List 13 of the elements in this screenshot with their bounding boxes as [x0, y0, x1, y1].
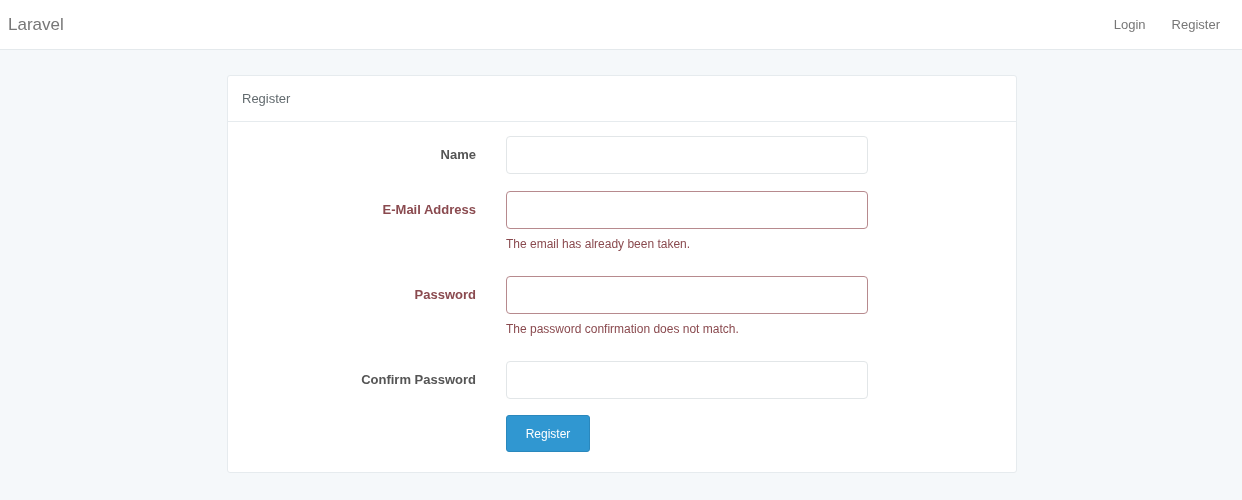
field-label: E-Mail Address [381, 201, 476, 219]
nav-link[interactable]: Login [1113, 14, 1146, 35]
input-field[interactable] [506, 191, 868, 229]
field-label: Confirm Password [360, 371, 476, 389]
field-label: Name [439, 146, 476, 164]
error-message: The password confirmation does not match. [506, 321, 740, 338]
nav-link[interactable]: Register [1171, 14, 1220, 35]
panel-heading: Register [228, 76, 1016, 122]
brand-link[interactable]: Laravel [8, 11, 64, 38]
field-label: Password [413, 286, 476, 304]
input-field[interactable] [506, 276, 868, 314]
error-message: The email has already been taken. [506, 236, 692, 253]
register-button[interactable]: Register [506, 415, 590, 452]
